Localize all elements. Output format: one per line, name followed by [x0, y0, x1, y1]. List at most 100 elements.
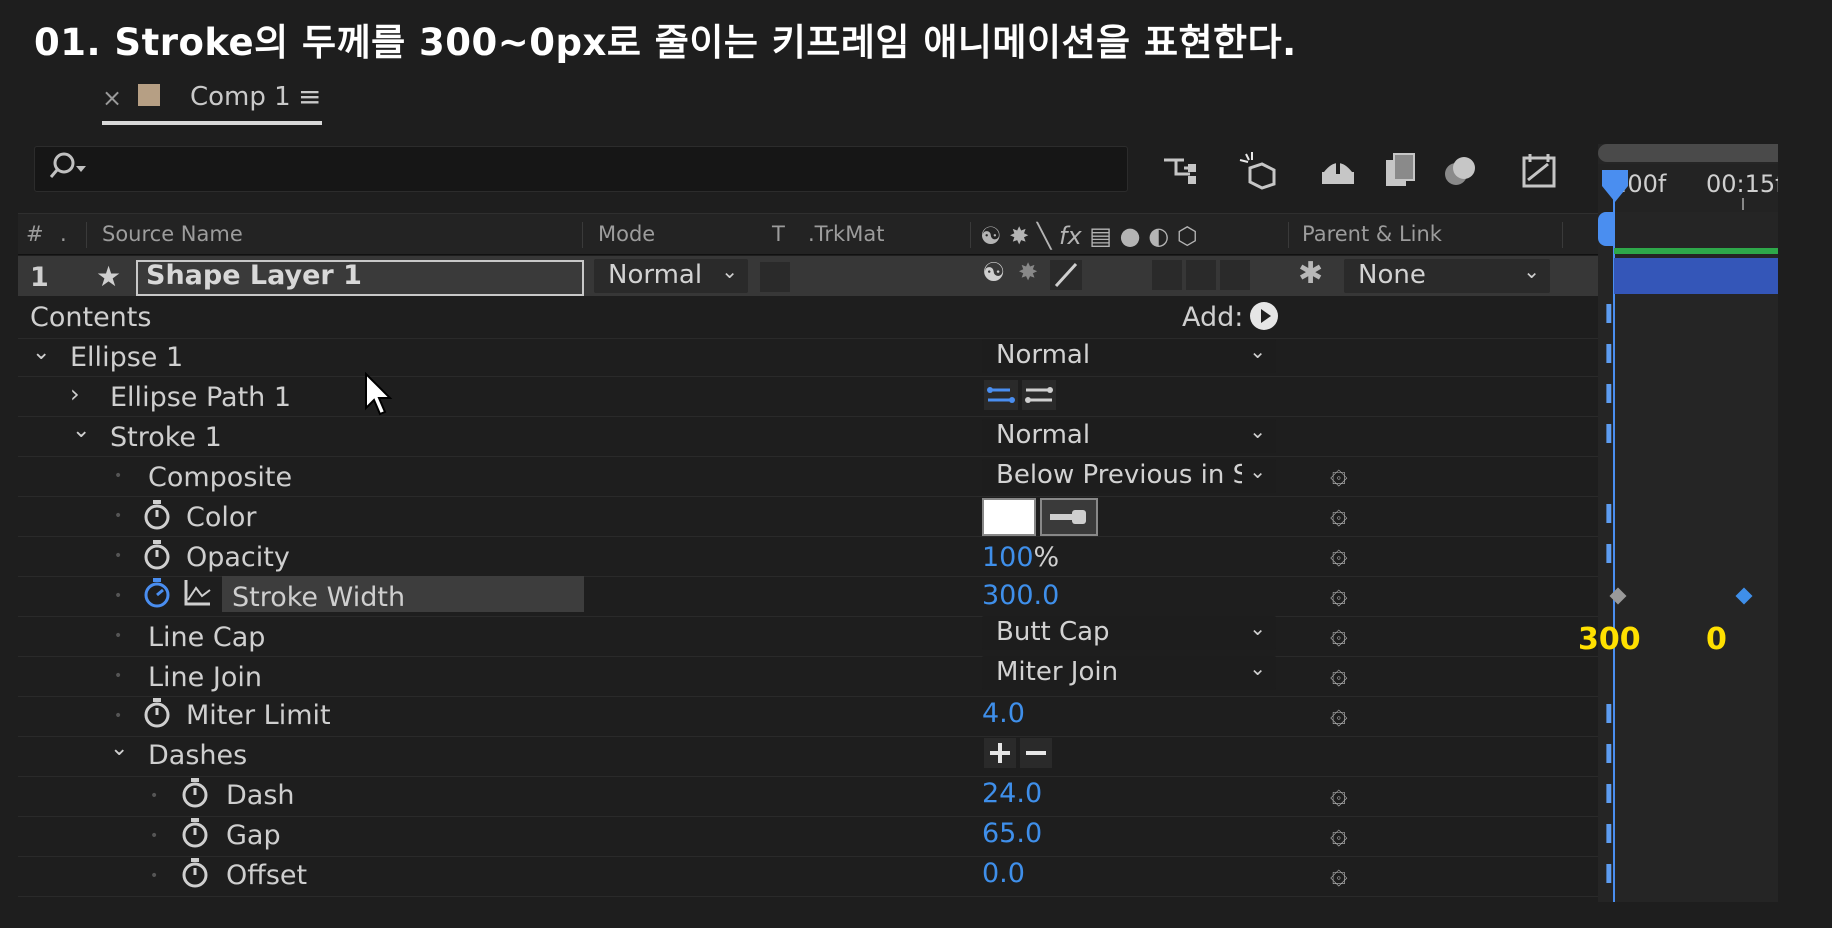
- header-separator: [1288, 222, 1289, 248]
- pick-whip-icon[interactable]: ۞: [1330, 576, 1348, 611]
- bullet-dot: •: [114, 668, 123, 684]
- ibeam-marker: I: [1604, 380, 1614, 410]
- line-join-dropdown[interactable]: Miter Join ⌄: [982, 656, 1276, 690]
- stroke-1-row[interactable]: [18, 418, 1598, 457]
- bullet-dot: •: [114, 628, 123, 644]
- header-t[interactable]: T: [772, 222, 785, 246]
- path-direction-reversed-icon[interactable]: [1022, 380, 1056, 410]
- quality-switch[interactable]: [1050, 260, 1082, 290]
- pick-whip-icon[interactable]: ۞: [1330, 696, 1348, 731]
- contents-row: [18, 300, 1598, 339]
- path-direction-normal-icon[interactable]: [984, 380, 1018, 410]
- chevron-down-icon: ⌄: [721, 259, 738, 283]
- stopwatch-icon[interactable]: [142, 538, 172, 576]
- header-source-name[interactable]: Source Name: [102, 222, 243, 246]
- draft-3d-icon[interactable]: [1160, 150, 1204, 190]
- pick-whip-icon[interactable]: ۞: [1330, 856, 1348, 891]
- parent-dropdown[interactable]: None ⌄: [1344, 259, 1550, 293]
- header-number[interactable]: #: [26, 222, 44, 246]
- shy-layers-icon[interactable]: [1318, 150, 1362, 190]
- stopwatch-active-icon[interactable]: [142, 576, 172, 614]
- header-parent-link[interactable]: Parent & Link: [1302, 222, 1442, 246]
- miter-limit-label: Miter Limit: [186, 700, 331, 731]
- dashes-row[interactable]: [18, 738, 1598, 777]
- composite-label: Composite: [148, 462, 293, 493]
- effects-switch-icon: fx: [1059, 222, 1082, 250]
- layer-duration-bar[interactable]: [1614, 258, 1778, 294]
- stopwatch-icon[interactable]: [142, 696, 172, 734]
- graph-editor-icon[interactable]: [1518, 150, 1562, 190]
- chevron-down-icon[interactable]: ⌄: [110, 736, 128, 761]
- eyedropper-icon[interactable]: [1040, 498, 1098, 536]
- ellipse-1-row[interactable]: [18, 338, 1598, 377]
- header-mode[interactable]: Mode: [598, 222, 655, 246]
- current-time-indicator-icon[interactable]: [1600, 168, 1630, 212]
- comp-color-swatch: [138, 84, 160, 106]
- add-dash-button[interactable]: [984, 738, 1016, 768]
- preserve-transparency-toggle[interactable]: [760, 262, 790, 292]
- frame-blending-icon[interactable]: [1380, 150, 1424, 190]
- pick-whip-icon[interactable]: ۞: [1330, 776, 1348, 811]
- layer-mode-dropdown[interactable]: Normal ⌄: [594, 259, 748, 293]
- ibeam-marker: I: [1604, 700, 1614, 730]
- opacity-label: Opacity: [186, 542, 290, 573]
- header-separator: [970, 222, 971, 248]
- tab-comp-1[interactable]: Comp 1: [190, 82, 291, 112]
- ibeam-marker: I: [1604, 500, 1614, 530]
- stopwatch-icon[interactable]: [180, 776, 210, 814]
- stroke-blend-value: Normal: [996, 420, 1091, 450]
- offset-value[interactable]: 0.0: [982, 858, 1025, 889]
- stopwatch-icon[interactable]: [180, 856, 210, 894]
- opacity-value[interactable]: 100%: [982, 542, 1059, 573]
- offset-label: Offset: [226, 860, 308, 891]
- ellipse-blend-dropdown[interactable]: Normal ⌄: [982, 339, 1276, 373]
- ibeam-marker: I: [1604, 740, 1614, 770]
- time-mark-label: 00:15f: [1706, 170, 1784, 198]
- opacity-number[interactable]: 100: [982, 542, 1034, 573]
- pick-whip-icon[interactable]: ۞: [1330, 536, 1348, 571]
- stopwatch-icon[interactable]: [180, 816, 210, 854]
- motion-blur-switch[interactable]: [1152, 260, 1182, 290]
- chevron-right-icon[interactable]: ›: [70, 380, 80, 408]
- graph-icon[interactable]: [182, 578, 212, 612]
- motion-blur-icon[interactable]: [1440, 150, 1484, 190]
- composite-dropdown[interactable]: Below Previous in Sa ⌄: [982, 459, 1276, 493]
- layer-in-point-handle[interactable]: [1598, 212, 1614, 246]
- search-icon[interactable]: [49, 150, 94, 192]
- panel-menu-icon[interactable]: ≡: [298, 80, 321, 113]
- stroke-1-label: Stroke 1: [110, 422, 222, 453]
- pick-whip-icon[interactable]: ۞: [1330, 616, 1348, 651]
- collapse-switch-icon: ✸: [1009, 222, 1030, 250]
- stroke-width-value[interactable]: 300.0: [982, 580, 1059, 611]
- header-trkmat[interactable]: .TrkMat: [808, 222, 884, 246]
- miter-limit-value[interactable]: 4.0: [982, 698, 1025, 729]
- work-area-bar[interactable]: [1598, 144, 1778, 162]
- color-swatch[interactable]: [982, 498, 1036, 536]
- chevron-down-icon[interactable]: ⌄: [72, 418, 90, 443]
- 3d-layer-switch[interactable]: [1220, 260, 1250, 290]
- close-tab-icon[interactable]: ×: [102, 84, 122, 112]
- pick-whip-icon[interactable]: ۞: [1330, 816, 1348, 851]
- bullet-dot: •: [114, 708, 123, 724]
- new-shape-icon[interactable]: [1238, 150, 1282, 190]
- stopwatch-icon[interactable]: [142, 498, 172, 536]
- collapse-switch-icon[interactable]: ✸: [1018, 258, 1038, 286]
- shy-switch-icon[interactable]: ☯: [982, 258, 1005, 288]
- remove-dash-button[interactable]: [1020, 738, 1052, 768]
- add-menu-play-icon[interactable]: [1250, 302, 1278, 330]
- chevron-down-icon[interactable]: ⌄: [32, 340, 50, 365]
- layer-name-field[interactable]: Shape Layer 1: [136, 260, 584, 296]
- pick-whip-icon[interactable]: ✱: [1298, 256, 1323, 291]
- adjustment-layer-switch[interactable]: [1186, 260, 1216, 290]
- pick-whip-icon[interactable]: ۞: [1330, 456, 1348, 491]
- header-switches-icons[interactable]: ☯ ✸ ╲ fx ▤ ● ◐ ⬡: [980, 222, 1198, 250]
- ibeam-marker: I: [1604, 340, 1614, 370]
- dash-value[interactable]: 24.0: [982, 778, 1042, 809]
- layer-search-input[interactable]: [34, 146, 1128, 192]
- pick-whip-icon[interactable]: ۞: [1330, 656, 1348, 691]
- gap-value[interactable]: 65.0: [982, 818, 1042, 849]
- line-cap-dropdown[interactable]: Butt Cap ⌄: [982, 616, 1276, 650]
- line-join-value: Miter Join: [996, 657, 1119, 687]
- stroke-blend-dropdown[interactable]: Normal ⌄: [982, 419, 1276, 453]
- pick-whip-icon[interactable]: ۞: [1330, 496, 1348, 531]
